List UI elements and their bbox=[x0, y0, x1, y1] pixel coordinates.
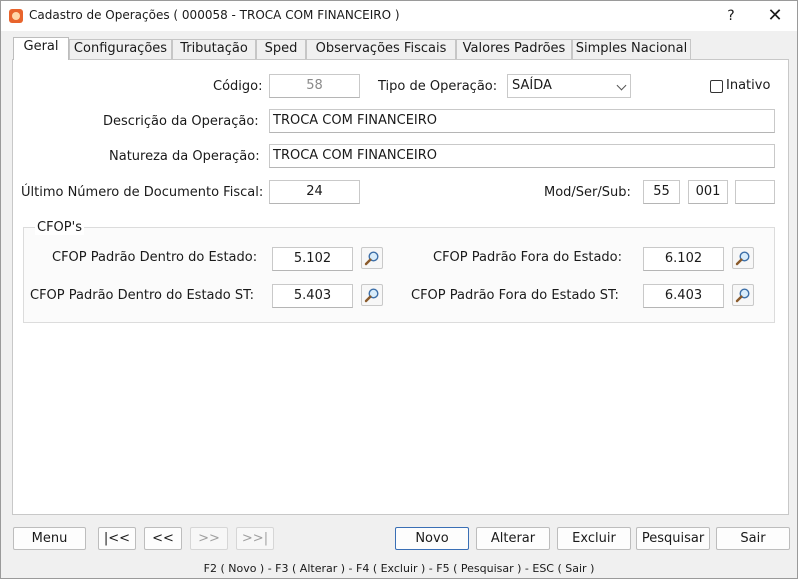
tab-sped[interactable]: Sped bbox=[256, 39, 306, 59]
ultimo-numero-label: Último Número de Documento Fiscal: bbox=[21, 185, 264, 200]
chevron-down-icon bbox=[616, 80, 627, 91]
codigo-field[interactable]: 58 bbox=[269, 74, 360, 98]
cfop-dentro-st-search-button[interactable] bbox=[361, 284, 383, 306]
help-button[interactable]: ? bbox=[721, 5, 741, 27]
inativo-label: Inativo bbox=[726, 78, 771, 93]
modelo-field[interactable]: 55 bbox=[643, 180, 680, 204]
tipo-operacao-select[interactable]: SAÍDA bbox=[507, 74, 631, 98]
cfop-fora-st-search-button[interactable] bbox=[732, 284, 754, 306]
cfop-dentro-st-field[interactable]: 5.403 bbox=[272, 284, 353, 308]
menu-button[interactable]: Menu bbox=[13, 527, 86, 550]
tipo-operacao-label: Tipo de Operação: bbox=[378, 79, 498, 94]
tipo-operacao-value: SAÍDA bbox=[512, 78, 552, 93]
next-record-button[interactable]: >> bbox=[190, 527, 228, 550]
cfop-group bbox=[23, 227, 775, 323]
pesquisar-button[interactable]: Pesquisar bbox=[636, 527, 710, 550]
subserie-field[interactable] bbox=[735, 180, 775, 204]
tab-valores-padroes[interactable]: Valores Padrões bbox=[456, 39, 572, 59]
tab-tributacao[interactable]: Tributação bbox=[172, 39, 256, 59]
shortcut-status-bar: F2 ( Novo ) - F3 ( Alterar ) - F4 ( Excl… bbox=[203, 562, 595, 575]
window: Cadastro de Operações ( 000058 - TROCA C… bbox=[0, 0, 798, 579]
cfop-dentro-label: CFOP Padrão Dentro do Estado: bbox=[52, 250, 258, 265]
codigo-label: Código: bbox=[213, 79, 263, 94]
natureza-field[interactable]: TROCA COM FINANCEIRO bbox=[269, 144, 775, 168]
serie-field[interactable]: 001 bbox=[688, 180, 728, 204]
magnifier-icon bbox=[364, 251, 379, 266]
magnifier-icon bbox=[735, 251, 750, 266]
close-button[interactable]: ✕ bbox=[761, 5, 789, 27]
tab-observacoes-fiscais[interactable]: Observações Fiscais bbox=[306, 39, 456, 59]
tab-simples-nacional[interactable]: Simples Nacional bbox=[572, 39, 691, 59]
cfop-dentro-st-label: CFOP Padrão Dentro do Estado ST: bbox=[30, 288, 254, 303]
cfop-fora-st-field[interactable]: 6.403 bbox=[643, 284, 724, 308]
sair-button[interactable]: Sair bbox=[716, 527, 790, 550]
window-title: Cadastro de Operações ( 000058 - TROCA C… bbox=[29, 8, 400, 22]
magnifier-icon bbox=[364, 288, 379, 303]
magnifier-icon bbox=[735, 288, 750, 303]
descricao-label: Descrição da Operação: bbox=[103, 114, 259, 129]
cfop-group-title: CFOP's bbox=[35, 220, 84, 235]
natureza-label: Natureza da Operação: bbox=[109, 149, 260, 164]
descricao-field[interactable]: TROCA COM FINANCEIRO bbox=[269, 109, 775, 133]
excluir-button[interactable]: Excluir bbox=[557, 527, 631, 550]
cfop-dentro-field[interactable]: 5.102 bbox=[272, 247, 353, 271]
cfop-fora-search-button[interactable] bbox=[732, 247, 754, 269]
first-record-button[interactable]: |<< bbox=[98, 527, 136, 550]
previous-record-button[interactable]: << bbox=[144, 527, 182, 550]
last-record-button[interactable]: >>| bbox=[236, 527, 274, 550]
cfop-dentro-search-button[interactable] bbox=[361, 247, 383, 269]
cfop-fora-field[interactable]: 6.102 bbox=[643, 247, 724, 271]
cfop-fora-label: CFOP Padrão Fora do Estado: bbox=[433, 250, 623, 265]
app-icon bbox=[9, 9, 23, 23]
novo-button[interactable]: Novo bbox=[395, 527, 469, 550]
mod-ser-sub-label: Mod/Ser/Sub: bbox=[544, 185, 631, 200]
title-bar: Cadastro de Operações ( 000058 - TROCA C… bbox=[1, 1, 797, 31]
alterar-button[interactable]: Alterar bbox=[476, 527, 550, 550]
cfop-fora-st-label: CFOP Padrão Fora do Estado ST: bbox=[411, 288, 619, 303]
tab-configuracoes[interactable]: Configurações bbox=[69, 39, 172, 59]
tab-geral[interactable]: Geral bbox=[13, 37, 69, 60]
ultimo-numero-field[interactable]: 24 bbox=[269, 180, 360, 204]
inativo-checkbox[interactable] bbox=[710, 80, 723, 93]
